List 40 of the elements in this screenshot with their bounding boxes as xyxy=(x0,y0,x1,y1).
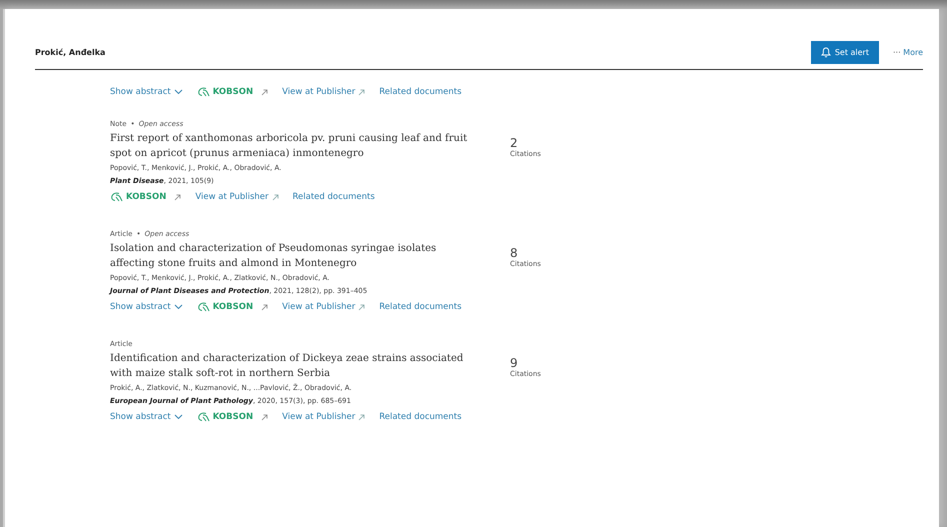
kobson-logo-icon xyxy=(196,87,210,97)
view-at-publisher-link[interactable]: View at Publisher xyxy=(282,412,366,422)
view-at-publisher-link[interactable]: View at Publisher xyxy=(282,302,366,312)
show-abstract-link[interactable]: Show abstract xyxy=(110,302,183,312)
bell-icon xyxy=(820,47,831,58)
related-documents-link[interactable]: Related documents xyxy=(379,412,462,422)
kobson-logo-icon xyxy=(196,302,210,312)
more-button[interactable]: ··· More xyxy=(892,48,923,57)
document-title[interactable]: First report of xanthomonas arboricola pv. pruni causing leaf and fruit spot on apricot (prunus armeniaca) inmontenegro xyxy=(110,131,470,161)
view-at-publisher-link[interactable]: View at Publisher xyxy=(282,87,366,97)
external-link-icon xyxy=(358,304,366,310)
related-documents-link[interactable]: Related documents xyxy=(292,192,375,202)
kobson-link[interactable]: KOBSON xyxy=(196,87,254,97)
kobson-link[interactable]: KOBSON xyxy=(196,302,254,312)
kobson-logo-icon xyxy=(110,192,123,202)
external-link-icon xyxy=(358,88,366,96)
external-link-icon xyxy=(272,194,279,200)
set-alert-button[interactable]: Set alert xyxy=(810,41,879,64)
document-title[interactable]: Identification and characterization of Dickeya zeae strains associated with maize stalk soft-rot in northern Serbia xyxy=(110,351,470,381)
external-link-icon xyxy=(261,88,268,96)
chevron-down-icon xyxy=(174,89,183,95)
kobson-link[interactable]: KOBSON xyxy=(110,192,166,202)
author-name: Prokić, Anđelka xyxy=(35,48,106,57)
document-title[interactable]: Isolation and characterization of Pseudomonas syringae isolates affecting stone fruits and almond in Montenegro xyxy=(110,241,470,271)
related-documents-link[interactable]: Related documents xyxy=(379,302,462,312)
show-abstract-link[interactable]: Show abstract xyxy=(110,412,183,422)
citation-count: 8 xyxy=(510,246,519,260)
kobson-logo-icon xyxy=(196,412,210,422)
external-link-icon xyxy=(174,194,182,200)
view-at-publisher-link[interactable]: View at Publisher xyxy=(195,192,279,202)
kobson-link[interactable]: KOBSON xyxy=(196,412,254,422)
show-abstract-link[interactable]: Show abstract xyxy=(110,87,183,97)
citation-count: 9 xyxy=(510,356,519,370)
external-link-icon xyxy=(261,414,268,420)
citation-count: 2 xyxy=(510,136,519,150)
chevron-down-icon xyxy=(174,414,183,420)
external-link-icon xyxy=(358,414,366,420)
chevron-down-icon xyxy=(174,304,183,310)
external-link-icon xyxy=(261,304,268,310)
related-documents-link[interactable]: Related documents xyxy=(379,87,462,97)
